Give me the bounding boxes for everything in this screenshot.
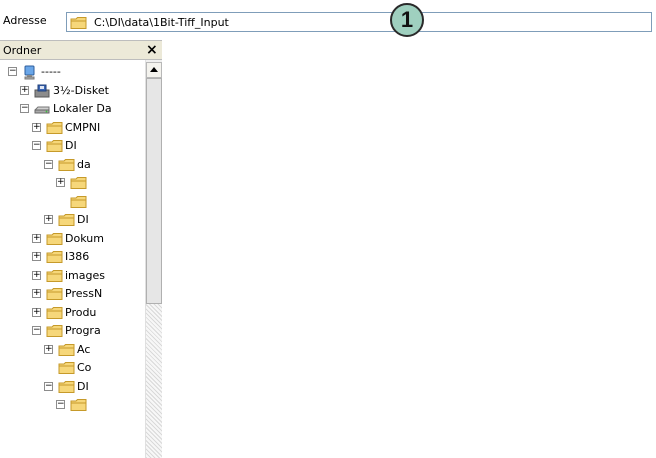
folder-icon: [70, 176, 88, 193]
collapse-icon[interactable]: −: [56, 400, 65, 409]
folder-icon: [58, 343, 76, 360]
arrow-up-icon: [150, 67, 158, 72]
folder-icon: [58, 361, 76, 378]
tree-node-label: CMPNI: [65, 120, 101, 134]
tree-node-label: da: [77, 157, 91, 171]
tree-node[interactable]: −: [0, 396, 145, 414]
tree-node[interactable]: Co: [0, 359, 145, 377]
file-list-area[interactable]: [162, 40, 656, 458]
folder-icon: [46, 269, 64, 286]
address-bar: Adresse C:\DI\data\1Bit-Tiff_Input 1: [0, 0, 656, 40]
folder-icon: [46, 121, 64, 138]
folder-icon: [46, 306, 64, 323]
callout-badge: 1: [390, 3, 424, 37]
drive-icon: [34, 102, 50, 120]
tree-node[interactable]: + Dokum: [0, 230, 145, 248]
tree-node-label: 3½-Disket: [53, 83, 109, 97]
tree-node-label: Produ: [65, 305, 97, 319]
expand-icon[interactable]: +: [20, 85, 29, 95]
tree-node[interactable]: + Ac: [0, 341, 145, 359]
vertical-scrollbar[interactable]: [145, 60, 162, 458]
tree-node[interactable]: − da: [0, 156, 145, 174]
tree-node-label: PressN: [65, 287, 103, 300]
folder-icon: [46, 287, 64, 304]
tree-node[interactable]: − DI: [0, 137, 145, 155]
folder-icon: [58, 380, 76, 397]
collapse-icon[interactable]: −: [32, 326, 41, 335]
scroll-track[interactable]: [146, 304, 162, 458]
close-icon[interactable]: ×: [146, 42, 158, 58]
folder-icon: [70, 16, 88, 33]
folder-icon: [58, 213, 76, 230]
tree-node-label: images: [65, 268, 105, 282]
tree-node[interactable]: + PressN: [0, 285, 145, 303]
computer-icon: [22, 65, 38, 83]
expand-icon[interactable]: +: [56, 178, 65, 187]
folder-icon: [46, 250, 64, 267]
folders-pane: Ordner × − ----- +3½-Disket − Lokaler Da + CMP…: [0, 40, 162, 458]
collapse-icon[interactable]: −: [32, 141, 41, 150]
tree-node-label: DI: [65, 139, 77, 152]
scroll-thumb[interactable]: [146, 78, 162, 304]
folder-icon: [70, 195, 88, 212]
tree-node[interactable]: +3½-Disket: [0, 82, 145, 100]
tree-node[interactable]: + Produ: [0, 304, 145, 322]
tree-node[interactable]: + I386: [0, 248, 145, 266]
expand-icon[interactable]: +: [44, 344, 53, 354]
folder-icon: [58, 158, 76, 175]
tree-node-label: Co: [77, 361, 92, 374]
tree-node[interactable]: + CMPNI: [0, 119, 145, 137]
expand-icon[interactable]: +: [32, 270, 41, 280]
collapse-icon[interactable]: −: [44, 159, 53, 169]
tree-node-label: -----: [41, 65, 61, 78]
tree-node-label: DI: [77, 213, 89, 226]
collapse-icon[interactable]: −: [20, 104, 29, 113]
expand-icon[interactable]: +: [32, 289, 41, 298]
folder-tree: − ----- +3½-Disket − Lokaler Da + CMPNI − DI − da +…: [0, 60, 145, 458]
tree-node-label: DI: [77, 379, 89, 393]
expand-icon[interactable]: +: [32, 122, 41, 132]
folders-pane-title: Ordner: [3, 44, 42, 57]
folders-pane-header: Ordner ×: [0, 40, 162, 60]
floppy-icon: [34, 84, 50, 102]
tree-node[interactable]: − Progra: [0, 322, 145, 340]
tree-node-label: Lokaler Da: [53, 102, 112, 115]
collapse-icon[interactable]: −: [8, 67, 17, 76]
tree-node-label: Dokum: [65, 231, 104, 245]
address-label: Adresse: [3, 14, 47, 27]
folder-icon: [70, 398, 88, 415]
tree-node-label: Ac: [77, 342, 91, 356]
tree-node[interactable]: [0, 193, 145, 211]
folder-icon: [46, 232, 64, 249]
tree-node[interactable]: + images: [0, 267, 145, 285]
tree-node-label: Progra: [65, 324, 101, 337]
address-path: C:\DI\data\1Bit-Tiff_Input: [94, 16, 229, 29]
scroll-up-button[interactable]: [146, 62, 162, 78]
tree-node[interactable]: +: [0, 174, 145, 192]
expand-icon[interactable]: +: [44, 215, 53, 224]
tree-node[interactable]: + DI: [0, 211, 145, 229]
tree-node[interactable]: − -----: [0, 63, 145, 81]
expand-icon[interactable]: +: [32, 252, 41, 261]
tree-node-label: I386: [65, 250, 90, 263]
expand-icon[interactable]: +: [32, 307, 41, 317]
tree-node[interactable]: − DI: [0, 378, 145, 396]
address-input[interactable]: C:\DI\data\1Bit-Tiff_Input: [66, 12, 652, 32]
tree-node[interactable]: − Lokaler Da: [0, 100, 145, 118]
collapse-icon[interactable]: −: [44, 381, 53, 391]
expand-icon[interactable]: +: [32, 233, 41, 243]
folder-icon: [46, 324, 64, 341]
folder-icon: [46, 139, 64, 156]
